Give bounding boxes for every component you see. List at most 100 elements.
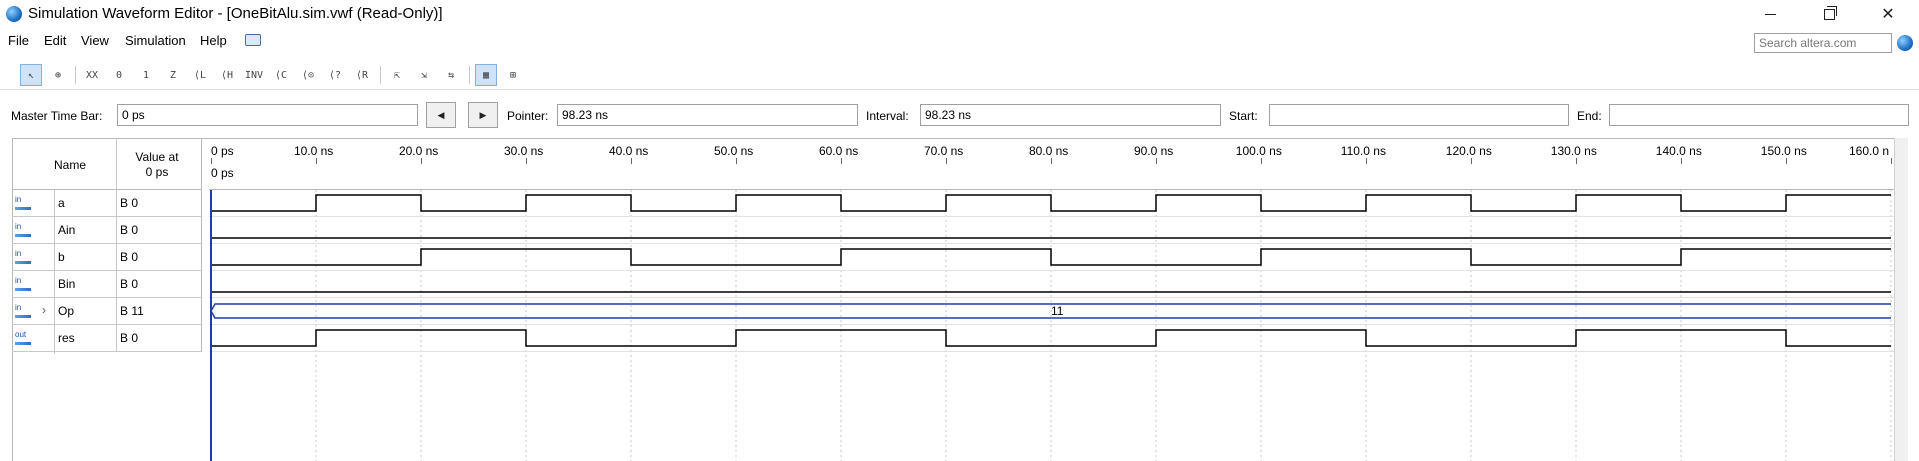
random-button[interactable]: ⟨? [324,64,346,86]
waveform-b[interactable] [211,248,1891,266]
pointer-label: Pointer: [507,109,549,123]
input-pin-icon: in [15,277,33,291]
high-impedance-button[interactable]: Z [162,64,184,86]
force-low-button[interactable]: 0 [108,64,130,86]
grid-button[interactable]: ▦ [475,64,497,86]
ruler-tick [1051,158,1052,164]
invert-button[interactable]: INV [243,64,265,86]
value-column-header[interactable]: Value at 0 ps [114,150,200,180]
waveform-res[interactable] [211,329,1891,347]
signal-row-bin[interactable]: in Bin B 0 [12,271,202,298]
snap-1-button[interactable]: ⇱ [386,64,408,86]
ruler-tick [526,158,527,164]
ruler-time-label: 0 ps [211,144,234,158]
ruler-tick [1156,158,1157,164]
pointer-icon: ↖ [27,69,35,81]
count-value-button[interactable]: ⟨C [270,64,292,86]
signal-name: a [58,196,65,210]
vertical-scrollbar[interactable] [1894,138,1908,461]
signal-row-a[interactable]: in a B 0 [12,190,202,217]
bus-value-label: 11 [1051,304,1064,318]
snap-2-button[interactable]: ⇲ [413,64,435,86]
next-transition-button[interactable]: ▶ [468,102,498,128]
zoom-tool-button[interactable]: ⊕ [47,64,69,86]
column-divider [116,138,117,189]
overwrite-icon: ⊞ [509,69,517,81]
menu-file[interactable]: File [8,33,29,48]
time-ruler[interactable]: 0 ps 0 ps 10.0 ns 20.0 ns 30.0 ns 40.0 ns 50.… [209,138,1897,190]
waveform-canvas[interactable]: 11 [209,190,1897,461]
cursor-time-label: 0 ps [211,166,234,180]
maximize-button[interactable] [1806,0,1852,28]
time-bar-row: Master Time Bar: 0 ps ◀ ▶ Pointer: 98.23… [0,100,1919,130]
input-pin-icon: in [15,223,33,237]
ruler-time-label: 10.0 ns [293,144,334,158]
input-bus-icon: in [15,304,33,318]
weak-high-icon: ⟨H [220,69,234,81]
minimize-button[interactable] [1747,0,1793,28]
column-divider [116,271,117,297]
master-time-bar-field[interactable]: 0 ps [117,104,418,126]
title-bar: Simulation Waveform Editor - [OneBitAlu.… [0,0,1919,28]
toolbar: ↖ ⊕ XX 0 1 Z ⟨L ⟨H INV ⟨C ⟨⊙ ⟨? ⟨R ⇱ ⇲ ⇆… [0,60,1919,90]
overwrite-button[interactable]: ⊞ [502,64,524,86]
menu-simulation[interactable]: Simulation [125,33,186,48]
name-column-header[interactable]: Name [54,158,86,172]
uninitialized-button[interactable]: XX [81,64,103,86]
signal-name: Ain [58,223,76,237]
ruler-time-label: 50.0 ns [713,144,754,158]
close-icon: ✕ [1881,6,1895,23]
force-low-icon: 0 [115,69,123,81]
end-label: End: [1577,109,1602,123]
signal-name: Bin [58,277,76,291]
signal-name: b [58,250,65,264]
search-input[interactable]: Search altera.com [1754,33,1892,53]
column-divider [116,298,117,324]
input-pin-icon: in [15,196,33,210]
ruler-tick [1471,158,1472,164]
column-divider [116,325,117,351]
menu-bar: File Edit View Simulation Help [0,30,1919,52]
clock-button[interactable]: ⟨⊙ [297,64,319,86]
menu-view[interactable]: View [81,33,109,48]
close-button[interactable]: ✕ [1865,0,1911,28]
app-icon [6,6,22,22]
select-tool-button[interactable]: ↖ [20,64,42,86]
menu-help[interactable]: Help [200,33,227,48]
window-title: Simulation Waveform Editor - [OneBitAlu.… [28,5,443,22]
weak-low-button[interactable]: ⟨L [189,64,211,86]
arbitrary-value-button[interactable]: ⟨R [351,64,373,86]
signal-value: B 11 [120,304,144,318]
ruler-time-label: 110.0 ns [1340,144,1386,158]
ruler-tick [1681,158,1682,164]
waveform-a[interactable] [211,194,1891,212]
expand-chevron-icon[interactable]: › [42,303,46,317]
ruler-time-label: 40.0 ns [608,144,649,158]
ruler-time-label: 120.0 ns [1445,144,1492,158]
signal-row-b[interactable]: in b B 0 [12,244,202,271]
ruler-time-label: 100.0 ns [1235,144,1282,158]
menu-edit[interactable]: Edit [44,33,66,48]
signal-row-op[interactable]: in › Op B 11 [12,298,202,325]
ruler-tick [1576,158,1577,164]
signal-value: B 0 [120,277,139,291]
column-divider [116,217,117,243]
signal-row-ain[interactable]: in Ain B 0 [12,217,202,244]
force-high-button[interactable]: 1 [135,64,157,86]
end-field[interactable] [1609,104,1909,126]
count-value-icon: ⟨C [274,69,288,81]
invert-icon: INV [244,69,264,81]
signal-row-res[interactable]: out res B 0 [12,325,202,352]
weak-high-button[interactable]: ⟨H [216,64,238,86]
globe-icon[interactable] [1897,35,1913,51]
weak-low-icon: ⟨L [193,69,207,81]
ruler-tick [841,158,842,164]
feedback-icon[interactable] [245,34,261,46]
ruler-tick [631,158,632,164]
start-field[interactable] [1269,104,1569,126]
previous-transition-button[interactable]: ◀ [426,102,456,128]
master-time-bar-label: Master Time Bar: [11,109,103,123]
snap-3-button[interactable]: ⇆ [440,64,462,86]
ruler-time-label: 130.0 ns [1550,144,1597,158]
signal-value: B 0 [120,331,139,345]
